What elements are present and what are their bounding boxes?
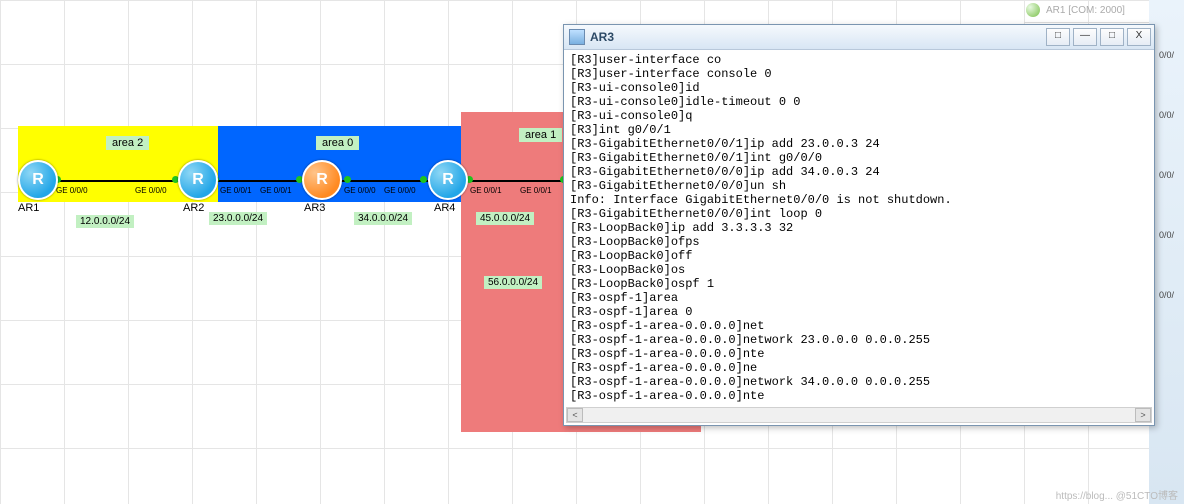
- if-label: GE 0/0/1: [520, 186, 552, 195]
- titlebar[interactable]: AR3 □ — □ X: [564, 25, 1154, 50]
- link-dot: [344, 176, 351, 183]
- app-icon: [569, 29, 585, 45]
- router-ar4[interactable]: R: [428, 160, 468, 200]
- subnet-label: 23.0.0.0/24: [209, 212, 267, 225]
- if-label: GE 0/0/1: [470, 186, 502, 195]
- if-label: GE 0/0/0: [344, 186, 376, 195]
- scroll-left-icon[interactable]: <: [567, 408, 583, 422]
- subnet-label: 34.0.0.0/24: [354, 212, 412, 225]
- watermark: https://blog... @51CTO博客: [1056, 487, 1178, 502]
- subnet-label: 45.0.0.0/24: [476, 212, 534, 225]
- close-button[interactable]: X: [1127, 28, 1151, 46]
- router-ar3[interactable]: R: [302, 160, 342, 200]
- router-ar1[interactable]: R: [18, 160, 58, 200]
- if-label: GE 0/0/1: [260, 186, 292, 195]
- area-2-label: area 2: [106, 136, 149, 150]
- minimize-button[interactable]: —: [1073, 28, 1097, 46]
- if-label: GE 0/0/0: [384, 186, 416, 195]
- router-name: AR3: [304, 202, 325, 214]
- scroll-right-icon[interactable]: >: [1135, 408, 1151, 422]
- router-name: AR1: [18, 202, 39, 214]
- if-label: GE 0/0/0: [56, 186, 88, 195]
- area-0-label: area 0: [316, 136, 359, 150]
- subnet-label: 12.0.0.0/24: [76, 215, 134, 228]
- window-title: AR3: [590, 30, 1046, 44]
- router-ar2[interactable]: R: [178, 160, 218, 200]
- cli-text: [R3]user-interface co [R3]user-interface…: [566, 51, 1152, 405]
- link-dot: [420, 176, 427, 183]
- if-label: GE 0/0/0: [135, 186, 167, 195]
- maximize-button[interactable]: □: [1100, 28, 1124, 46]
- horizontal-scrollbar[interactable]: < >: [566, 407, 1152, 423]
- detach-button[interactable]: □: [1046, 28, 1070, 46]
- subnet-label: 56.0.0.0/24: [484, 276, 542, 289]
- router-name: AR2: [183, 202, 204, 214]
- if-label: GE 0/0/1: [220, 186, 252, 195]
- cli-output[interactable]: [R3]user-interface co [R3]user-interface…: [566, 51, 1152, 409]
- router-name: AR4: [434, 202, 455, 214]
- area-1-label: area 1: [519, 128, 562, 142]
- cli-window[interactable]: AR3 □ — □ X [R3]user-interface co [R3]us…: [563, 24, 1155, 426]
